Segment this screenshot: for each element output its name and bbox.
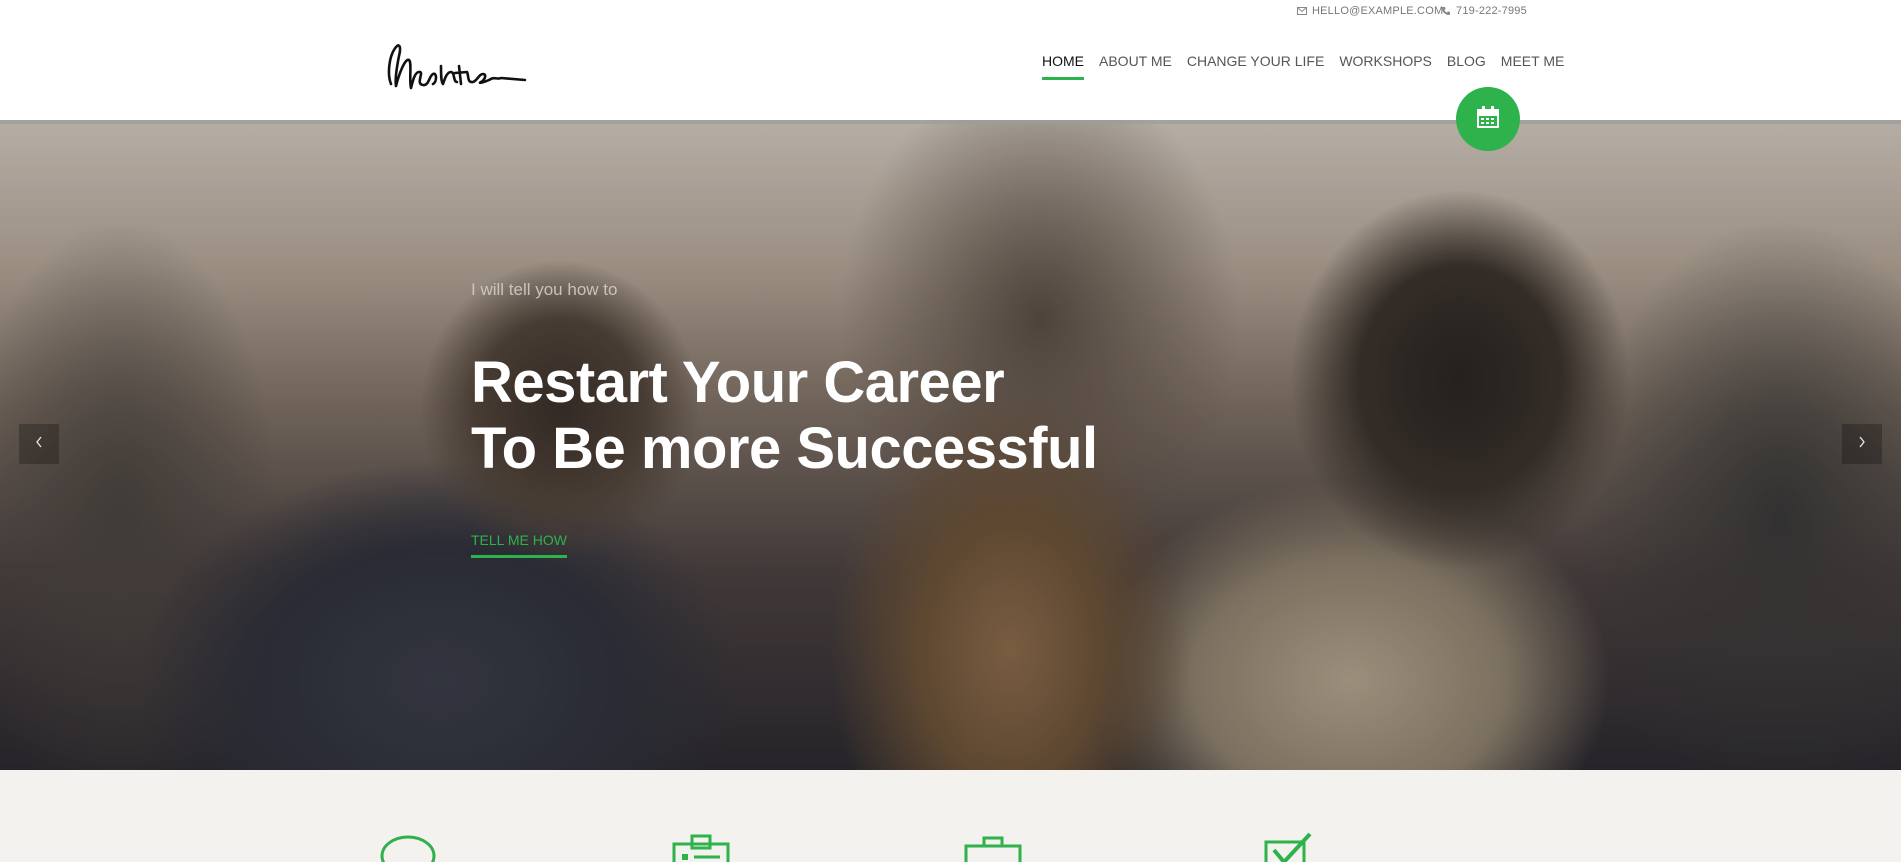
nav-item-about-me[interactable]: ABOUT ME (1099, 53, 1172, 81)
checkbox-icon (1258, 832, 1316, 862)
header-divider (0, 120, 1901, 124)
tell-me-how-button[interactable]: TELL ME HOW (471, 532, 567, 558)
chevron-left-icon (34, 435, 44, 454)
id-badge-icon (672, 832, 730, 862)
slider-prev-button[interactable] (19, 424, 59, 464)
nav-item-blog[interactable]: BLOG (1447, 53, 1486, 81)
nav-item-home[interactable]: HOME (1042, 53, 1084, 81)
speech-bubble-icon (379, 832, 437, 862)
site-logo[interactable] (385, 36, 527, 96)
calendar-icon (1474, 103, 1502, 136)
main-nav: HOME ABOUT ME CHANGE YOUR LIFE WORKSHOPS… (1042, 53, 1564, 81)
chevron-right-icon (1857, 435, 1867, 454)
hero-title-line-1: Restart Your Career (471, 350, 1005, 415)
features-section (0, 770, 1901, 862)
calendar-button[interactable] (1456, 87, 1520, 151)
hero-slider: I will tell you how to Restart Your Care… (0, 120, 1901, 770)
nav-item-meet-me[interactable]: MEET ME (1501, 53, 1565, 81)
hero-pretitle: I will tell you how to (471, 280, 618, 299)
briefcase-icon (964, 832, 1022, 862)
nav-item-change-your-life[interactable]: CHANGE YOUR LIFE (1187, 53, 1324, 81)
slider-next-button[interactable] (1842, 424, 1882, 464)
nav-item-workshops[interactable]: WORKSHOPS (1339, 53, 1432, 81)
hero-title-line-2: To Be more Successful (471, 416, 1098, 481)
site-header: HOME ABOUT ME CHANGE YOUR LIFE WORKSHOPS… (0, 0, 1901, 120)
hero-title: Restart Your Career To Be more Successfu… (471, 350, 1098, 482)
